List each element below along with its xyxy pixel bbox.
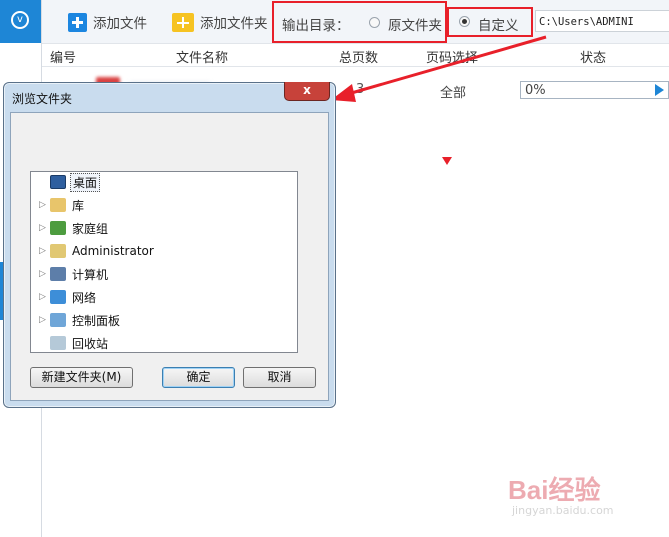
expand-arrow-icon[interactable]: ▷ bbox=[39, 200, 47, 210]
baidu-watermark: Bai经验 jingyan.baidu.com bbox=[508, 462, 658, 522]
close-icon[interactable]: x bbox=[284, 82, 330, 101]
add-file-button[interactable]: 添加文件 bbox=[68, 11, 147, 33]
row-progress-bar: 0% bbox=[520, 81, 669, 99]
recycle-bin-icon bbox=[50, 336, 66, 350]
watermark-logo: Bai经验 bbox=[508, 475, 601, 505]
tree-item-library[interactable]: ▷ 库 bbox=[31, 195, 281, 215]
tree-item-control-panel[interactable]: ▷ 控制面板 bbox=[31, 310, 281, 330]
radio-original-folder[interactable] bbox=[369, 17, 380, 28]
header-total-pages: 总页数 bbox=[339, 51, 379, 66]
watermark-url: jingyan.baidu.com bbox=[512, 504, 614, 517]
library-icon bbox=[50, 198, 66, 212]
browse-folder-dialog: 浏览文件夹 x 桌面 ▷ 库 ▷ 家庭组 ▷ Administrator ▷ 计… bbox=[3, 82, 336, 408]
header-filename: 文件名称 bbox=[176, 51, 229, 66]
dialog-title: 浏览文件夹 bbox=[12, 92, 73, 106]
dialog-body: 桌面 ▷ 库 ▷ 家庭组 ▷ Administrator ▷ 计算机 ▷ 网络 … bbox=[10, 112, 329, 401]
radio-original-folder-label[interactable]: 原文件夹 bbox=[388, 14, 442, 34]
radio-custom-label[interactable]: 自定义 bbox=[478, 14, 519, 34]
tree-item-homegroup[interactable]: ▷ 家庭组 bbox=[31, 218, 281, 238]
expand-arrow-icon[interactable]: ▷ bbox=[39, 292, 47, 302]
red-triangle-marker bbox=[442, 157, 452, 165]
homegroup-icon bbox=[50, 221, 66, 235]
tree-item-network[interactable]: ▷ 网络 bbox=[31, 287, 281, 307]
plus-file-icon bbox=[68, 12, 87, 32]
tree-item-recycle-bin[interactable]: 回收站 bbox=[31, 333, 281, 352]
row-page-range[interactable]: 全部 bbox=[440, 82, 466, 101]
new-folder-button[interactable]: 新建文件夹(M) bbox=[30, 367, 133, 388]
output-dir-label: 输出目录： bbox=[282, 18, 350, 34]
row-progress-text: 0% bbox=[525, 83, 546, 98]
header-status: 状态 bbox=[580, 51, 607, 66]
chevron-down-icon: v bbox=[11, 11, 29, 29]
output-path-field[interactable]: C:\Users\ADMINI bbox=[535, 10, 669, 32]
ok-button[interactable]: 确定 bbox=[162, 367, 235, 388]
user-folder-icon bbox=[50, 244, 66, 258]
add-folder-button[interactable]: 添加文件夹 bbox=[172, 11, 268, 33]
play-icon[interactable] bbox=[655, 84, 664, 96]
desktop-icon bbox=[50, 175, 66, 189]
folder-tree[interactable]: 桌面 ▷ 库 ▷ 家庭组 ▷ Administrator ▷ 计算机 ▷ 网络 … bbox=[30, 171, 298, 353]
network-icon bbox=[50, 290, 66, 304]
expand-arrow-icon[interactable]: ▷ bbox=[39, 269, 47, 279]
expand-arrow-icon[interactable]: ▷ bbox=[39, 315, 47, 325]
expand-arrow-icon[interactable]: ▷ bbox=[39, 223, 47, 233]
tree-item-desktop[interactable]: 桌面 bbox=[31, 172, 281, 192]
radio-custom[interactable] bbox=[459, 16, 470, 27]
table-header: 编号 文件名称 总页数 页码选择 状态 bbox=[42, 44, 669, 67]
menu-toggle[interactable]: v bbox=[0, 0, 41, 43]
header-page-range: 页码选择 bbox=[426, 51, 479, 66]
plus-folder-icon bbox=[172, 12, 194, 32]
row-total-pages: 3 bbox=[356, 82, 365, 97]
header-number: 编号 bbox=[50, 51, 77, 66]
computer-icon bbox=[50, 267, 66, 281]
control-panel-icon bbox=[50, 313, 66, 327]
tree-item-administrator[interactable]: ▷ Administrator bbox=[31, 241, 281, 261]
expand-arrow-icon[interactable]: ▷ bbox=[39, 246, 47, 256]
tree-item-computer[interactable]: ▷ 计算机 bbox=[31, 264, 281, 284]
cancel-button[interactable]: 取消 bbox=[243, 367, 316, 388]
